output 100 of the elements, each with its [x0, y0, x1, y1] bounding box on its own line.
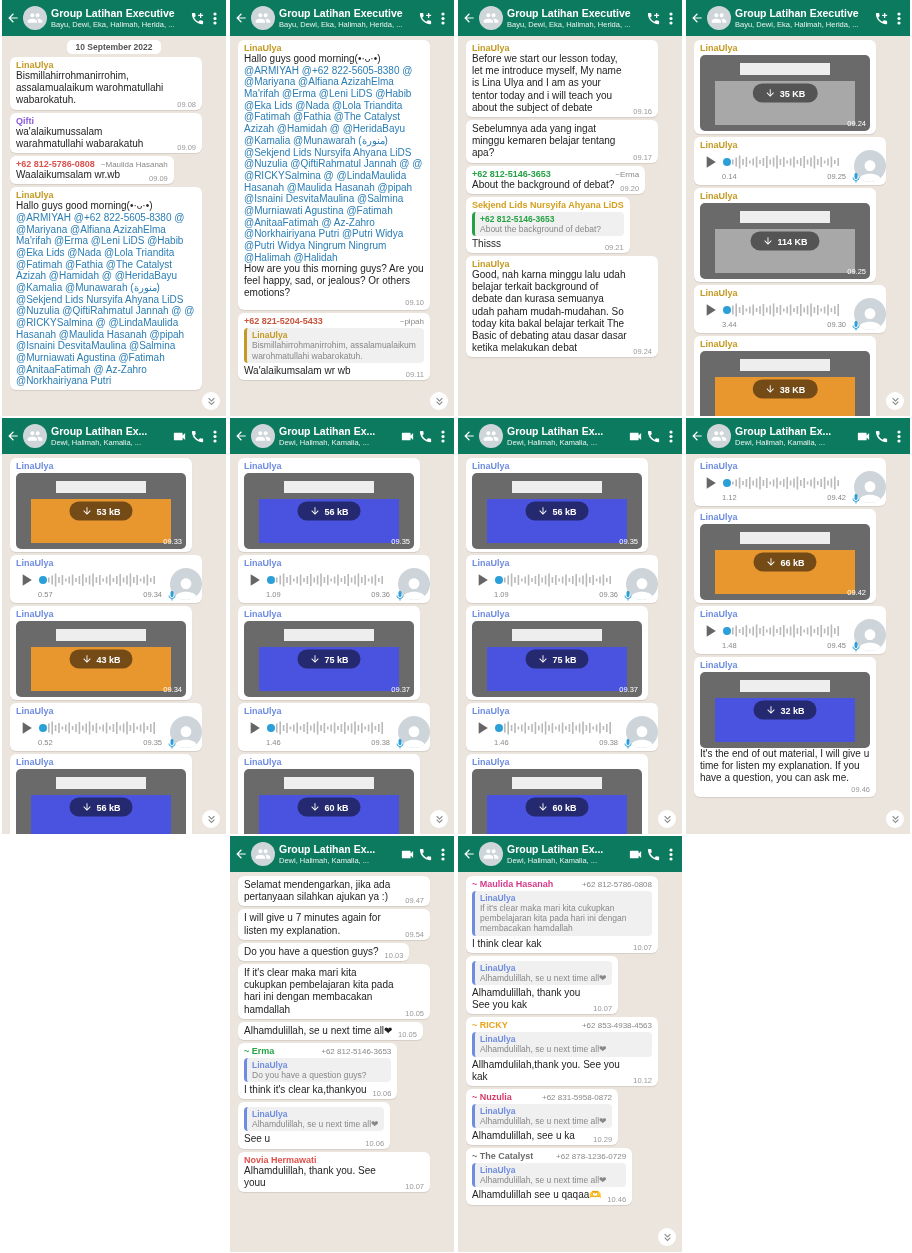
- group-icon: [255, 428, 271, 444]
- mic-icon: [850, 493, 862, 505]
- download-button[interactable]: 53 kB: [69, 501, 133, 521]
- group-avatar[interactable]: [23, 6, 47, 30]
- add-call-icon: [873, 10, 889, 26]
- phone-icon: [873, 428, 889, 444]
- sender-aside: ~Erma: [615, 169, 640, 179]
- chat-title[interactable]: Group Latihan Ex...: [279, 424, 376, 438]
- back-arrow-icon: [234, 429, 248, 443]
- chat-title[interactable]: Group Latihan Ex...: [51, 424, 148, 438]
- quoted-text: Alhamdulillah, se u next time all❤: [480, 1175, 609, 1186]
- sender-aside: +62 853-4938-4563: [581, 1021, 652, 1031]
- photo-placeholder[interactable]: 38 KB: [700, 351, 870, 416]
- quoted-text: About the background of debat?: [480, 223, 602, 234]
- message-text: Do you have a question guys?: [244, 945, 379, 958]
- download-button[interactable]: 43 kB: [69, 649, 133, 669]
- group-avatar[interactable]: [707, 424, 731, 448]
- back-arrow-icon: [462, 11, 476, 25]
- phone-icon: [645, 846, 661, 862]
- download-button[interactable]: 75 kB: [525, 649, 589, 669]
- photo-placeholder[interactable]: 32 kB: [700, 672, 870, 748]
- menu-icon: [213, 11, 217, 25]
- chat-title[interactable]: Group Latihan Executive: [279, 6, 403, 20]
- sender-name: LinaUlya: [700, 339, 738, 349]
- message-text: Sebelumnya ada yang ingat minggu kemaren belajar tentang apa?: [472, 122, 617, 160]
- message-text: Alhamdulillah, see u ka: [472, 1130, 575, 1143]
- group-avatar[interactable]: [707, 6, 731, 30]
- photo-placeholder[interactable]: 60 kB: [244, 769, 414, 834]
- download-button[interactable]: 60 kB: [297, 797, 361, 817]
- sender-name: ~ Erma: [244, 1045, 275, 1056]
- message-text: Waalaikumsalam wr.wb: [16, 168, 121, 182]
- chat-title[interactable]: Group Latihan Executive: [507, 6, 631, 20]
- quoted-text: Alhamdulillah, se u next time all❤: [480, 1115, 608, 1127]
- group-avatar[interactable]: [479, 6, 503, 30]
- chat-title[interactable]: Group Latihan Ex...: [279, 842, 376, 856]
- download-button[interactable]: 32 kB: [753, 700, 817, 720]
- menu-icon: [669, 11, 673, 25]
- sender-name: LinaUlya: [244, 43, 282, 53]
- quoted-sender: LinaUlya: [252, 1059, 289, 1070]
- sender-name: ~ The Catalyst: [472, 1151, 534, 1162]
- photo-placeholder[interactable]: 56 kB: [16, 769, 186, 834]
- mic-icon: [166, 738, 178, 750]
- download-button[interactable]: 56 kB: [69, 797, 133, 817]
- message-text: About the background of debat?: [472, 178, 615, 191]
- download-button[interactable]: 75 kB: [297, 649, 361, 669]
- download-button[interactable]: 60 kB: [525, 797, 589, 817]
- group-avatar[interactable]: [479, 424, 503, 448]
- sender-name: ~ Maulida Hasanah: [472, 879, 554, 889]
- message-text: Good, nah karna minggu lalu udah belajar terkait background of debate dan kurasa semuanya udah paham mudah-mudahan. So today kita bakal belajar terkait The Basic of debating atau dasar dasar ketika melakukan debat: [472, 269, 628, 355]
- quoted-text: If it's clear maka mari kita cukupkan pembelajaran kita pada hari ini dengan membacakan hamdallah: [480, 903, 628, 934]
- back-arrow-icon: [234, 11, 248, 25]
- quoted-text: Alhamdulillah, se u next time all❤: [252, 1119, 380, 1130]
- group-avatar[interactable]: [251, 424, 275, 448]
- sender-name: LinaUlya: [16, 609, 54, 619]
- photo-placeholder[interactable]: 60 kB: [472, 769, 642, 834]
- quoted-sender: LinaUlya: [480, 1165, 517, 1176]
- group-avatar[interactable]: [251, 842, 275, 866]
- menu-icon: [441, 847, 445, 861]
- group-avatar[interactable]: [251, 6, 275, 30]
- quoted-text: Alhamdulillah, se u next time all❤: [480, 972, 608, 983]
- message-text: Alhamdulillah see u qaqaa🫶: [472, 1189, 602, 1202]
- message-text: Before we start our lesson today, let me introduce myself, My name is Lina Ulya and I am as your tentor today and i will teach you about the subject of debate: [472, 53, 623, 114]
- sender-name: LinaUlya: [700, 140, 738, 150]
- chat-title[interactable]: Group Latihan Ex...: [735, 424, 832, 438]
- sender-aside: ~Maulida Hasanah: [100, 159, 168, 169]
- sender-name: LinaUlya: [700, 660, 738, 670]
- mic-icon: [394, 590, 406, 602]
- download-button[interactable]: 56 kB: [525, 501, 589, 521]
- phone-icon: [417, 846, 433, 862]
- sender-name: +62 812-5146-3653: [472, 168, 551, 179]
- date-chip: 10 September 2022: [67, 40, 161, 54]
- sender-name: LinaUlya: [472, 558, 510, 568]
- group-icon: [483, 428, 499, 444]
- download-button[interactable]: 114 KB: [750, 231, 820, 251]
- chat-title[interactable]: Group Latihan Executive: [735, 6, 859, 20]
- download-button[interactable]: 56 kB: [297, 501, 361, 521]
- chat-title[interactable]: Group Latihan Executive: [51, 6, 175, 20]
- sender-name: +62 821-5204-5433: [244, 316, 323, 327]
- download-button[interactable]: 38 KB: [752, 379, 818, 399]
- sender-name: Qifti: [16, 115, 34, 126]
- download-button[interactable]: 35 KB: [752, 83, 818, 103]
- download-button[interactable]: 66 kB: [753, 552, 817, 572]
- mic-icon: [850, 172, 862, 184]
- add-call-icon: [645, 10, 661, 26]
- back-arrow-icon: [6, 429, 20, 443]
- message-text: wa'alaikumussalam warahmatullahi wabarakatuh: [16, 125, 145, 150]
- message-text: Thisss: [472, 237, 501, 251]
- group-avatar[interactable]: [479, 842, 503, 866]
- mic-icon: [394, 738, 406, 750]
- message-text: If it's clear maka mari kita cukupkan pembelajaran kita pada hari ini dengan membacakan hamdallah: [244, 966, 395, 1016]
- quoted-text: Do you have a question guys?: [252, 1069, 368, 1081]
- group-icon: [711, 10, 727, 26]
- group-avatar[interactable]: [23, 424, 47, 448]
- mic-icon: [850, 320, 862, 332]
- quoted-sender: LinaUlya: [252, 330, 288, 341]
- sender-name: +62 812-5786-0808: [16, 158, 95, 169]
- chat-title[interactable]: Group Latihan Ex...: [507, 424, 604, 438]
- chat-title[interactable]: Group Latihan Ex...: [507, 842, 604, 856]
- sender-name: Novia Hermawati: [244, 1154, 317, 1165]
- phone-icon: [189, 428, 205, 444]
